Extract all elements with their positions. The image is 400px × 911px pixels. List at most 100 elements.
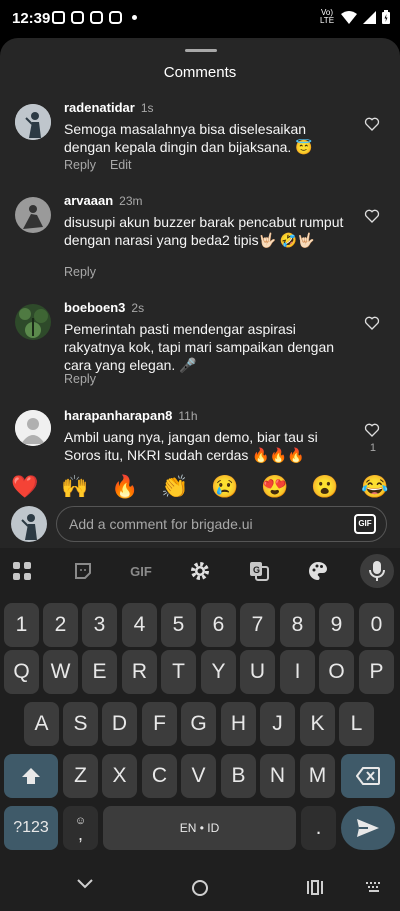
key-m[interactable]: M (300, 754, 335, 798)
backspace-icon (356, 767, 380, 785)
key-r[interactable]: R (122, 650, 157, 694)
key-s[interactable]: S (63, 702, 98, 746)
notification-icons (52, 11, 137, 24)
avatar[interactable] (15, 304, 51, 340)
comma-label: , (77, 823, 83, 844)
like-heart-icon[interactable] (364, 315, 380, 331)
instagram-notification-icon (90, 11, 103, 24)
apps-grid-icon[interactable] (10, 560, 34, 582)
key-d[interactable]: D (102, 702, 137, 746)
translate-icon[interactable]: G (247, 560, 271, 582)
key-6[interactable]: 6 (201, 603, 236, 647)
emoji-heart-button[interactable]: ❤️ (5, 474, 45, 500)
key-4[interactable]: 4 (122, 603, 157, 647)
comment-username[interactable]: arvaaan (64, 193, 113, 208)
instagram-notification-icon (109, 11, 122, 24)
emoji-laughing-button[interactable]: 😂 (355, 474, 395, 500)
my-avatar (11, 506, 47, 542)
key-i[interactable]: I (280, 650, 315, 694)
emoji-clap-button[interactable]: 👏 (155, 474, 195, 500)
signal-icon (363, 10, 376, 24)
like-heart-icon[interactable] (364, 208, 380, 224)
avatar[interactable] (15, 104, 51, 140)
reply-button[interactable]: Reply (64, 265, 96, 279)
emoji-raised-hands-button[interactable]: 🙌 (55, 474, 95, 500)
emoji-crying-button[interactable]: 😢 (205, 474, 245, 500)
gif-button[interactable]: GIF (354, 514, 376, 534)
reply-button[interactable]: Reply (64, 372, 96, 386)
theme-palette-icon[interactable] (306, 560, 330, 582)
gif-tool-button[interactable]: GIF (126, 560, 156, 582)
comment-input[interactable]: Add a comment for brigade.ui GIF (56, 506, 387, 542)
backspace-key[interactable] (341, 754, 395, 798)
key-1[interactable]: 1 (4, 603, 39, 647)
keyboard-switch-icon[interactable] (366, 882, 382, 892)
drag-handle[interactable] (185, 49, 217, 52)
comment-username[interactable]: harapanharapan8 (64, 408, 172, 423)
key-q[interactable]: Q (4, 650, 39, 694)
settings-gear-icon[interactable] (188, 560, 212, 582)
key-a[interactable]: A (24, 702, 59, 746)
comment-composer: Add a comment for brigade.ui GIF (0, 502, 400, 546)
avatar[interactable] (15, 410, 51, 446)
key-0[interactable]: 0 (359, 603, 394, 647)
like-count: 1 (369, 442, 376, 454)
comment-time: 1s (140, 101, 154, 115)
key-8[interactable]: 8 (280, 603, 315, 647)
shift-arrow-icon (22, 768, 40, 784)
voice-input-button[interactable] (360, 554, 394, 588)
key-j[interactable]: J (260, 702, 295, 746)
key-g[interactable]: G (181, 702, 216, 746)
key-t[interactable]: T (161, 650, 196, 694)
recents-icon[interactable] (306, 880, 324, 895)
emoji-heart-eyes-button[interactable]: 😍 (255, 474, 295, 500)
avatar[interactable] (15, 197, 51, 233)
key-w[interactable]: W (43, 650, 78, 694)
keyboard: GIF G 1 2 3 4 5 6 7 8 9 0 Q W E R T Y U … (0, 548, 400, 863)
comment-text: Pemerintah pasti mendengar aspirasi raky… (64, 321, 335, 373)
comment-username[interactable]: boeboen3 (64, 300, 125, 315)
key-c[interactable]: C (142, 754, 177, 798)
key-u[interactable]: U (240, 650, 275, 694)
home-circle-icon[interactable] (191, 879, 209, 897)
key-e[interactable]: E (82, 650, 117, 694)
key-f[interactable]: F (142, 702, 177, 746)
key-3[interactable]: 3 (82, 603, 117, 647)
key-x[interactable]: X (102, 754, 137, 798)
key-5[interactable]: 5 (161, 603, 196, 647)
edit-button[interactable]: Edit (110, 158, 132, 172)
space-bar[interactable]: EN • ID (103, 806, 296, 850)
key-k[interactable]: K (300, 702, 335, 746)
emoji-fire-button[interactable]: 🔥 (105, 474, 145, 500)
comment-item: radenatidar 1s Semoga masalahnya bisa dis… (0, 100, 400, 180)
key-z[interactable]: Z (63, 754, 98, 798)
sticker-icon[interactable] (71, 560, 95, 582)
keyboard-toolbar: GIF G (0, 548, 400, 594)
key-v[interactable]: V (181, 754, 216, 798)
key-h[interactable]: H (221, 702, 256, 746)
key-n[interactable]: N (260, 754, 295, 798)
key-9[interactable]: 9 (319, 603, 354, 647)
comment-username[interactable]: radenatidar (64, 100, 135, 115)
like-heart-icon[interactable] (364, 116, 380, 132)
wifi-icon (341, 10, 357, 24)
send-key[interactable] (341, 806, 395, 850)
key-7[interactable]: 7 (240, 603, 275, 647)
reply-button[interactable]: Reply (64, 158, 96, 172)
emoji-surprised-button[interactable]: 😮 (305, 474, 345, 500)
key-b[interactable]: B (221, 754, 256, 798)
period-key[interactable]: . (301, 806, 336, 850)
key-o[interactable]: O (319, 650, 354, 694)
like-heart-icon[interactable] (364, 422, 380, 438)
key-p[interactable]: P (359, 650, 394, 694)
back-chevron-icon[interactable] (76, 877, 94, 891)
shift-key[interactable] (4, 754, 58, 798)
svg-text:G: G (253, 565, 260, 575)
key-y[interactable]: Y (201, 650, 236, 694)
comment-item: arvaaan 23m disusupi akun buzzer barak pe… (0, 193, 400, 283)
more-notifications-icon (132, 15, 137, 20)
key-2[interactable]: 2 (43, 603, 78, 647)
symbols-key[interactable]: ?123 (4, 806, 58, 850)
comma-emoji-key[interactable]: ☺ , (63, 806, 98, 850)
key-l[interactable]: L (339, 702, 374, 746)
